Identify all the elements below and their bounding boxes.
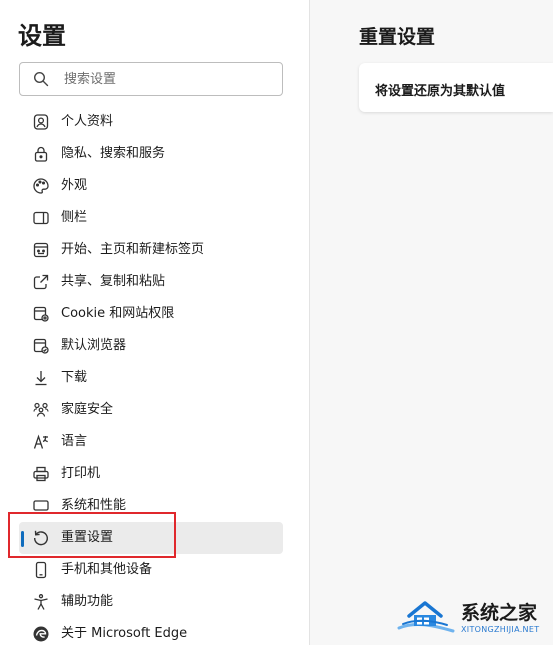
sidebar-item-label: Cookie 和网站权限 [61,306,175,321]
sidebar-item-appearance[interactable]: 外观 [19,170,283,202]
sidebar-item-label: 手机和其他设备 [61,562,153,577]
sidebar-item-downloads[interactable]: 下载 [19,362,283,394]
download-icon [32,369,50,387]
sidebar-item-label: 隐私、搜索和服务 [61,146,166,161]
phone-icon [32,561,50,579]
search-box[interactable] [19,62,283,96]
watermark-name: 系统之家 [461,602,538,624]
sidebar-item-accessibility[interactable]: 辅助功能 [19,586,283,618]
cookie-permissions-icon [32,305,50,323]
profile-icon [32,113,50,131]
share-icon [32,273,50,291]
sidebar-item-phone[interactable]: 手机和其他设备 [19,554,283,586]
default-browser-icon [32,337,50,355]
sidebar-item-label: 外观 [61,178,88,193]
sidebar-item-share[interactable]: 共享、复制和粘贴 [19,266,283,298]
sidebar-item-label: 辅助功能 [61,594,114,609]
sidebar-item-privacy[interactable]: 隐私、搜索和服务 [19,138,283,170]
edge-logo-icon [32,625,50,643]
restore-defaults-card[interactable]: 将设置还原为其默认值 [359,63,553,112]
sidebar-item-family[interactable]: 家庭安全 [19,394,283,426]
sidebar-item-label: 下载 [61,370,88,385]
sidebar-item-label: 个人资料 [61,114,114,129]
sidebar-item-about[interactable]: 关于 Microsoft Edge [19,618,283,645]
sidebar-item-label: 开始、主页和新建标签页 [61,242,205,257]
sidebar-item-printers[interactable]: 打印机 [19,458,283,490]
sidebar-item-label: 关于 Microsoft Edge [61,626,188,641]
printer-icon [32,465,50,483]
sidebar-icon [32,209,50,227]
sidebar-item-profile[interactable]: 个人资料 [19,106,283,138]
highlight-annotation-box [8,512,176,558]
palette-icon [32,177,50,195]
accessibility-icon [32,593,50,611]
sidebar-item-label: 默认浏览器 [61,338,127,353]
search-input[interactable] [64,69,274,89]
sidebar-title: 设置 [18,22,66,50]
sidebar-item-start-home[interactable]: 开始、主页和新建标签页 [19,234,283,266]
sidebar-item-sidebar[interactable]: 侧栏 [19,202,283,234]
restore-defaults-text: 将设置还原为其默认值 [375,84,506,99]
sidebar-item-label: 共享、复制和粘贴 [61,274,166,289]
home-tab-icon [32,241,50,259]
house-logo-icon [395,598,457,636]
page-title: 重置设置 [359,26,436,48]
sidebar-item-language[interactable]: 语言 [19,426,283,458]
lock-icon [32,145,50,163]
family-icon [32,401,50,419]
settings-sidebar: 设置 个人资料 隐私、搜索和服务 外观 侧栏 [0,0,310,645]
sidebar-item-default-browser[interactable]: 默认浏览器 [19,330,283,362]
watermark-url: XITONGZHIJIA.NET [461,625,540,634]
search-icon [33,71,49,87]
language-icon [32,433,50,451]
sidebar-item-label: 打印机 [61,466,101,481]
watermark: 系统之家 XITONGZHIJIA.NET [393,592,553,645]
sidebar-item-cookies[interactable]: Cookie 和网站权限 [19,298,283,330]
sidebar-item-label: 侧栏 [61,210,88,225]
sidebar-item-label: 家庭安全 [61,402,114,417]
sidebar-item-label: 语言 [61,434,88,449]
